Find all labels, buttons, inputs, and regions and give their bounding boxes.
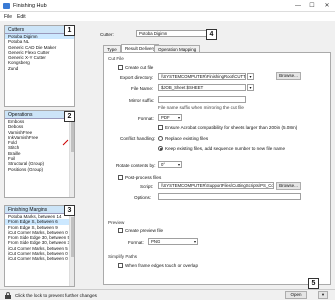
operations-list: Emboss Deboss VarnishFree InkVarnishFree Fol… bbox=[5, 119, 74, 172]
finishing-margins-panel: Finishing Margins Potoba Marks, between … bbox=[4, 205, 75, 287]
preview-group-title: Preview bbox=[108, 220, 125, 225]
margin-list-item[interactable]: iCut Corner Marks, between 0 bbox=[5, 256, 74, 261]
replace-files-radio[interactable] bbox=[158, 136, 163, 141]
export-directory-label: Export directory: bbox=[120, 75, 154, 80]
simplify-label: When frame edges touch or overlap bbox=[125, 263, 199, 268]
menu-file[interactable]: File bbox=[4, 14, 12, 20]
create-preview-label: Create preview file bbox=[125, 228, 164, 233]
callout-badge-2: 2 bbox=[64, 111, 75, 122]
cutter-list-item[interactable]: Zund bbox=[5, 66, 74, 71]
format-select[interactable]: PDF ▾ bbox=[158, 114, 182, 121]
simplify-group-title: Simplify Paths bbox=[108, 254, 138, 259]
keep-files-label: Keep existing files, add sequence number… bbox=[165, 146, 286, 151]
format-value: PDF bbox=[161, 115, 170, 120]
rotate-value: 0° bbox=[161, 162, 166, 167]
callout-badge-3: 3 bbox=[64, 205, 75, 216]
post-process-label: Post-process files bbox=[125, 175, 162, 180]
file-name-dropdown[interactable]: ▾ bbox=[247, 84, 254, 91]
script-label: Script: bbox=[140, 184, 154, 189]
window-title: Finishing Hub bbox=[13, 3, 47, 9]
operations-scrollbar[interactable] bbox=[69, 120, 74, 197]
operations-panel: Operations Emboss Deboss VarnishFree InkVar… bbox=[4, 110, 75, 198]
mirror-suffix-hint: File name suffix when mirroring the cut … bbox=[158, 105, 244, 110]
cutters-list: Potoba Digimn Potoba NL Generic CAD Die Ma… bbox=[5, 34, 74, 71]
mirror-suffix-field[interactable] bbox=[158, 96, 246, 103]
tab-type[interactable]: Type bbox=[103, 45, 121, 52]
finishing-margins-list: Potoba Marks, between 14 From Edge S, bet… bbox=[5, 214, 74, 262]
script-field[interactable]: \\SYSTEMCOMPUTER\SupportFiles\CuttingScr… bbox=[158, 182, 274, 189]
margin-list-item[interactable]: From Side Edge 30, between 3 bbox=[5, 240, 74, 245]
lock-text: Click the lock to prevent further change… bbox=[15, 293, 97, 298]
open-button[interactable]: Open bbox=[285, 291, 307, 299]
chevron-down-icon: ▾ bbox=[177, 115, 180, 120]
acrobat-compat-checkbox[interactable] bbox=[158, 125, 163, 130]
preview-format-select[interactable]: PNG ▾ bbox=[148, 238, 198, 245]
operation-list-item[interactable]: Positions (Group) bbox=[5, 167, 74, 172]
menu-bar: File Edit bbox=[0, 12, 335, 21]
lock-icon[interactable] bbox=[5, 292, 11, 299]
cutter-label: Cutter: bbox=[100, 32, 114, 37]
cut-file-group-title: Cut File bbox=[108, 56, 124, 61]
margins-scrollbar[interactable] bbox=[69, 215, 74, 286]
keep-files-radio[interactable] bbox=[158, 146, 163, 151]
minimize-button[interactable]: — bbox=[291, 1, 305, 11]
cutter-name-field[interactable]: Potoba Digimn bbox=[136, 30, 208, 37]
preview-format-value: PNG bbox=[151, 239, 161, 244]
chevron-down-icon: ▾ bbox=[177, 162, 180, 167]
status-bar: Click the lock to prevent further change… bbox=[0, 289, 335, 300]
options-label: Options: bbox=[134, 195, 152, 200]
title-bar: Finishing Hub — ☐ ✕ bbox=[0, 0, 335, 12]
export-directory-field[interactable]: \\SYSTEMCOMPUTER\FinishingRoot\CUTTER bbox=[158, 73, 246, 80]
file-name-label: File Name: bbox=[131, 86, 154, 91]
callout-badge-1: 1 bbox=[64, 25, 75, 36]
preview-format-label: Format: bbox=[128, 240, 144, 245]
script-browse-button[interactable]: Browse... bbox=[276, 182, 301, 190]
maximize-button[interactable]: ☐ bbox=[305, 1, 319, 11]
mirror-suffix-label: Mirror suffix: bbox=[129, 98, 155, 103]
callout-badge-5: 5 bbox=[308, 278, 319, 289]
tab-operation-mapping[interactable]: Operation Mapping bbox=[154, 45, 201, 52]
menu-edit[interactable]: Edit bbox=[17, 14, 26, 20]
post-process-checkbox[interactable] bbox=[118, 175, 123, 180]
create-cut-file-label: Create cut file bbox=[125, 65, 154, 70]
create-preview-checkbox[interactable] bbox=[118, 228, 123, 233]
rotate-select[interactable]: 0° ▾ bbox=[158, 161, 182, 168]
app-icon bbox=[3, 3, 10, 9]
export-directory-dropdown[interactable]: ▾ bbox=[247, 73, 254, 80]
file-name-field[interactable]: $JOB_Sheet $SHEET bbox=[158, 84, 246, 91]
callout-badge-4: 4 bbox=[206, 29, 217, 40]
open-dropdown-button[interactable]: ▾ bbox=[318, 291, 328, 299]
replace-files-label: Replace existing files bbox=[165, 136, 209, 141]
acrobat-compat-label: Ensure Acrobat compatibility for sheets … bbox=[165, 125, 298, 130]
conflict-handling-label: Conflict handling: bbox=[120, 136, 156, 141]
format-label: Format: bbox=[138, 116, 154, 121]
options-field[interactable] bbox=[158, 193, 301, 200]
chevron-down-icon: ▾ bbox=[193, 239, 196, 244]
create-cut-file-checkbox[interactable] bbox=[118, 65, 123, 70]
rotate-label: Rotate contents by: bbox=[116, 163, 156, 168]
close-button[interactable]: ✕ bbox=[320, 1, 334, 11]
cutters-panel: Cutters Potoba Digimn Potoba NL Generic CA… bbox=[4, 25, 75, 107]
export-browse-button[interactable]: Browse... bbox=[276, 72, 301, 80]
simplify-checkbox[interactable] bbox=[118, 263, 123, 268]
